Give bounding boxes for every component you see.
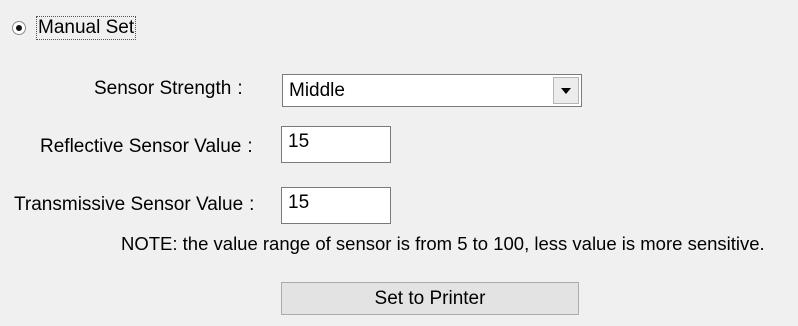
sensor-strength-label: Sensor Strength bbox=[94, 78, 232, 99]
transmissive-sensor-label: Transmissive Sensor Value bbox=[14, 194, 244, 215]
reflective-label-row: Reflective Sensor Value : bbox=[40, 136, 253, 158]
manual-set-label[interactable]: Manual Set bbox=[35, 16, 137, 40]
sensor-strength-select[interactable]: Middle bbox=[282, 74, 582, 107]
manual-set-radio[interactable]: Manual Set bbox=[12, 14, 137, 42]
sensor-strength-value: Middle bbox=[289, 79, 345, 101]
sensor-range-note: NOTE: the value range of sensor is from … bbox=[121, 233, 765, 254]
sensor-strength-label-row: Sensor Strength : bbox=[94, 78, 243, 100]
transmissive-colon: : bbox=[249, 194, 255, 215]
transmissive-sensor-input[interactable]: 15 bbox=[281, 187, 391, 224]
radio-selected-icon[interactable] bbox=[12, 21, 26, 35]
chevron-down-icon[interactable] bbox=[553, 77, 579, 104]
reflective-sensor-input[interactable]: 15 bbox=[281, 126, 391, 163]
reflective-sensor-label: Reflective Sensor Value bbox=[40, 136, 242, 157]
transmissive-label-row: Transmissive Sensor Value : bbox=[14, 194, 254, 216]
set-to-printer-button[interactable]: Set to Printer bbox=[281, 282, 579, 315]
sensor-strength-colon: : bbox=[237, 78, 243, 99]
reflective-colon: : bbox=[247, 136, 253, 157]
